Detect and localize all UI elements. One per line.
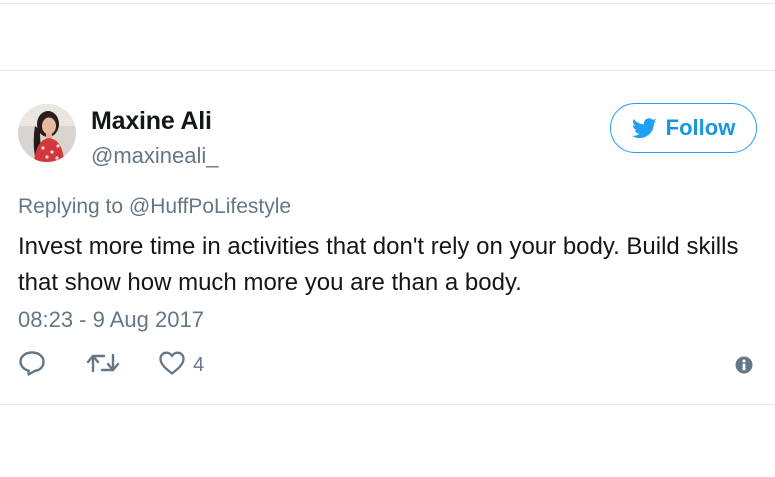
- tweet-card: Maxine Ali @maxineali_ Follow Replying t…: [0, 71, 775, 404]
- divider: [0, 404, 775, 405]
- follow-button[interactable]: Follow: [610, 103, 757, 153]
- follow-label: Follow: [665, 115, 736, 140]
- avatar[interactable]: [18, 104, 76, 162]
- tweet-text: Invest more time in activities that don'…: [18, 233, 739, 296]
- replying-to-mention[interactable]: @HuffPoLifestyle: [129, 195, 291, 218]
- embedded-tweet-page: Maxine Ali @maxineali_ Follow Replying t…: [0, 0, 775, 477]
- replying-to: Replying to @HuffPoLifestyle: [18, 195, 291, 219]
- replying-to-prefix: Replying to: [18, 195, 129, 218]
- reply-button[interactable]: [18, 350, 46, 381]
- author-name[interactable]: Maxine Ali: [91, 107, 212, 136]
- reply-icon: [18, 350, 46, 381]
- tweet-timestamp[interactable]: 08:23 - 9 Aug 2017: [18, 307, 204, 333]
- author-handle[interactable]: @maxineali_: [91, 143, 219, 169]
- like-count: 4: [193, 353, 205, 376]
- retweet-icon: [86, 351, 120, 380]
- tweet-actions: 4: [18, 350, 204, 381]
- retweet-button[interactable]: [86, 351, 120, 380]
- twitter-bird-icon: [631, 117, 657, 139]
- info-icon[interactable]: [735, 356, 753, 374]
- divider: [0, 3, 775, 4]
- like-button[interactable]: 4: [158, 350, 204, 381]
- heart-icon: [158, 350, 186, 381]
